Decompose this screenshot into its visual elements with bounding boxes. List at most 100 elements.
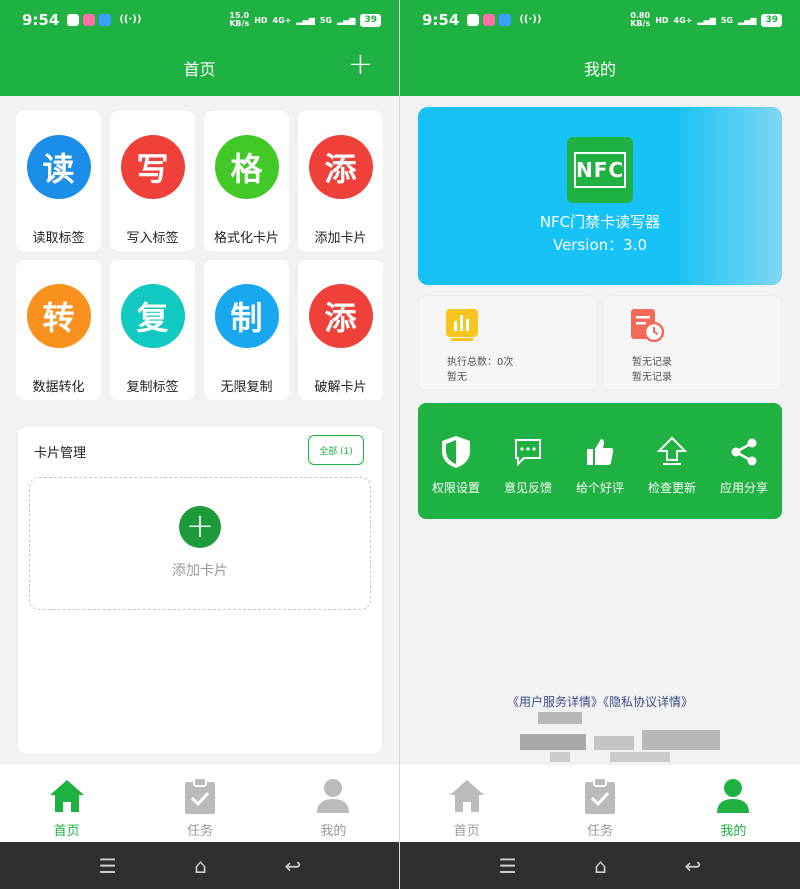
back-icon[interactable]: ↩ [684, 854, 701, 878]
menu-icon[interactable]: ☰ [99, 854, 117, 878]
feature-tile[interactable]: 添破解卡片 [298, 260, 383, 400]
nav-task-label: 任务 [186, 824, 213, 839]
net-type-2: 5G [720, 15, 733, 25]
net-rate: 15.0 KB/s [229, 11, 250, 28]
nav-task[interactable]: 任务 [533, 765, 666, 842]
signal-icon: ▂▄▆ [697, 15, 716, 25]
app-name: NFC门禁卡读写器 [539, 213, 661, 231]
feature-label: 读取标签 [32, 231, 85, 246]
nav-me[interactable]: 我的 [267, 765, 399, 842]
feature-glyph-icon: 转 [26, 284, 91, 348]
bar-chart-icon [445, 308, 479, 342]
home-screen: 9:54 ((·)) 15.0 KB/s HD 4G+ ▂▄▆ 5G ▂▄▆ 3… [0, 0, 400, 889]
page-title: 首页 [183, 60, 216, 79]
nfc-logo: NFC [567, 137, 633, 203]
clipboard-check-icon [580, 777, 620, 815]
feature-glyph-icon: 复 [120, 284, 185, 348]
system-nav-bar: ☰ ⌂ ↩ [400, 842, 800, 889]
chat-icon [511, 435, 545, 469]
status-bar: 9:54 ((·)) 0.80 KB/s HD 4G+ ▂▄▆ 5G ▂▄▆ 3… [400, 0, 800, 40]
back-icon[interactable]: ↩ [284, 854, 301, 878]
feature-tile[interactable]: 复复制标签 [110, 260, 195, 400]
system-nav-bar: ☰ ⌂ ↩ [0, 842, 399, 889]
home-key-icon[interactable]: ⌂ [194, 854, 207, 878]
policy-links[interactable]: 《用户服务详情》《隐私协议详情》 [400, 693, 800, 710]
action-label: 应用分享 [719, 481, 768, 495]
header: 首页 + [0, 40, 399, 96]
check-update-button[interactable]: 检查更新 [636, 403, 708, 519]
card-management-panel: 卡片管理 全部 (1) + 添加卡片 [18, 427, 382, 753]
status-right: 15.0 KB/s HD 4G+ ▂▄▆ 5G ▂▄▆ 39 [229, 12, 381, 28]
feature-glyph-icon: 写 [120, 135, 185, 199]
hd-badge: HD [254, 15, 268, 25]
history-icon [630, 308, 665, 343]
feature-label: 写入标签 [126, 231, 179, 246]
app-banner: NFC NFC门禁卡读写器 Version：3.0 [418, 107, 782, 285]
feature-tile[interactable]: 读读取标签 [16, 111, 101, 251]
bottom-nav: 首页 任务 我的 [400, 765, 800, 842]
status-time: 9:54 [422, 11, 460, 29]
battery-icon: 39 [360, 13, 381, 27]
feature-tile[interactable]: 转数据转化 [16, 260, 101, 400]
nav-me[interactable]: 我的 [667, 765, 800, 842]
card-management-title: 卡片管理 [34, 446, 87, 461]
menu-icon[interactable]: ☰ [499, 854, 517, 878]
feature-tile[interactable]: 格格式化卡片 [204, 111, 289, 251]
feature-glyph-icon: 添 [308, 135, 373, 199]
record-line2: 暂无记录 [632, 372, 672, 383]
feature-tile[interactable]: 制无限复制 [204, 260, 289, 400]
nav-home[interactable]: 首页 [0, 765, 133, 842]
page-title: 我的 [583, 60, 616, 79]
nav-home-label: 首页 [53, 824, 80, 839]
feature-tile[interactable]: 写写入标签 [110, 111, 195, 251]
share-icon [727, 435, 761, 469]
home-icon [447, 777, 487, 815]
rate-app-button[interactable]: 给个好评 [564, 403, 636, 519]
nfc-logo-text: NFC [574, 152, 626, 188]
feature-label: 复制标签 [126, 380, 179, 395]
clipboard-check-icon [180, 777, 220, 815]
record-stat-card[interactable]: 暂无记录 暂无记录 [603, 295, 782, 391]
header: 我的 [400, 40, 800, 96]
app-notification-icon [483, 14, 496, 26]
status-time: 9:54 [22, 11, 60, 29]
home-icon [47, 777, 87, 815]
add-button[interactable]: + [348, 50, 373, 80]
notification-icons: ((·)) [67, 14, 141, 26]
execution-stat-card[interactable]: 执行总数：0次 暂无 [418, 295, 597, 391]
permission-settings-button[interactable]: 权限设置 [420, 403, 492, 519]
actions-panel: 权限设置 意见反馈 给个好评 检查更新 应用分享 [418, 403, 782, 519]
action-label: 意见反馈 [503, 481, 552, 495]
battery-icon: 39 [761, 13, 782, 27]
signal-icon: ▂▄▆ [296, 15, 315, 25]
feature-glyph-icon: 读 [26, 135, 91, 199]
notification-icons: ((·)) [467, 14, 541, 26]
all-cards-button[interactable]: 全部 (1) [308, 435, 364, 465]
signal-icon-2: ▂▄▆ [738, 15, 757, 25]
home-key-icon[interactable]: ⌂ [594, 854, 607, 878]
shield-icon [439, 435, 473, 469]
pixelated-area [520, 712, 720, 764]
add-card-plus-icon[interactable]: + [179, 506, 221, 548]
feature-grid: 读读取标签写写入标签格格式化卡片添添加卡片转数据转化复复制标签制无限复制添破解卡… [0, 96, 399, 400]
nav-task[interactable]: 任务 [133, 765, 266, 842]
action-label: 给个好评 [575, 481, 624, 495]
status-bar: 9:54 ((·)) 15.0 KB/s HD 4G+ ▂▄▆ 5G ▂▄▆ 3… [0, 0, 399, 40]
feature-tile[interactable]: 添添加卡片 [298, 111, 383, 251]
user-icon [313, 777, 353, 815]
app-notification-icon [67, 14, 80, 26]
app-notification-icon [83, 14, 96, 26]
record-line1: 暂无记录 [632, 357, 672, 368]
add-card-area[interactable]: + 添加卡片 [29, 477, 371, 610]
stats-row: 执行总数：0次 暂无 暂无记录 暂无记录 [418, 295, 782, 391]
feature-label: 数据转化 [32, 380, 85, 395]
share-app-button[interactable]: 应用分享 [708, 403, 780, 519]
feature-glyph-icon: 添 [308, 284, 373, 348]
net-type: 4G+ [673, 15, 693, 25]
feedback-button[interactable]: 意见反馈 [492, 403, 564, 519]
net-type-2: 5G [319, 15, 332, 25]
nav-home[interactable]: 首页 [400, 765, 533, 842]
nav-me-label: 我的 [320, 824, 347, 839]
feature-label: 无限复制 [220, 380, 273, 395]
feature-label: 添加卡片 [314, 231, 367, 246]
